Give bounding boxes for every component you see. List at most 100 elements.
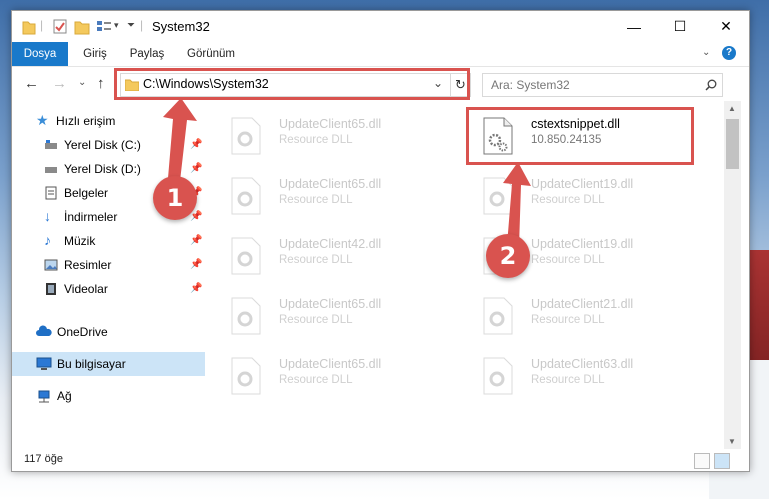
- properties-icon[interactable]: [52, 18, 68, 35]
- sidebar-item-label: Ağ: [57, 389, 72, 403]
- scroll-up-icon[interactable]: ▲: [728, 104, 736, 113]
- drive-icon: [45, 167, 57, 173]
- pin-icon: 📌: [190, 163, 203, 174]
- tab-view[interactable]: Görünüm: [182, 42, 240, 66]
- file-item[interactable]: UpdateClient65.dll Resource DLL: [219, 349, 449, 407]
- video-icon: [46, 283, 56, 295]
- file-name: UpdateClient19.dll: [531, 237, 634, 251]
- documents-icon: [45, 186, 57, 200]
- pin-icon: 📌: [190, 235, 203, 246]
- file-highlight-box: [466, 107, 694, 165]
- search-input[interactable]: Ara: System32: [482, 73, 723, 97]
- up-button[interactable]: ↑: [97, 75, 105, 92]
- tab-home[interactable]: Giriş: [76, 42, 114, 66]
- dll-file-icon: [483, 357, 513, 395]
- network-icon: [38, 390, 50, 403]
- file-name: UpdateClient65.dll: [279, 357, 382, 371]
- star-icon: ★: [36, 112, 49, 128]
- item-count: 117 öğe: [24, 453, 63, 465]
- file-name: UpdateClient65.dll: [279, 297, 382, 311]
- sidebar-item-label: Yerel Disk (C:): [64, 138, 141, 152]
- dll-file-icon: [231, 297, 261, 335]
- search-placeholder: Ara: System32: [491, 78, 570, 92]
- tab-file[interactable]: Dosya: [12, 42, 68, 66]
- sidebar-item-label: İndirmeler: [64, 210, 118, 224]
- pin-icon: 📌: [190, 259, 203, 270]
- file-name: UpdateClient19.dll: [531, 177, 634, 191]
- file-item[interactable]: UpdateClient63.dll Resource DLL: [471, 349, 701, 407]
- sidebar-item-label: Bu bilgisayar: [57, 357, 126, 371]
- navigation-pane: ★ Hızlı erişim Yerel Disk (C:) 📌 Yerel D…: [12, 101, 205, 449]
- scroll-down-icon[interactable]: ▼: [728, 437, 736, 446]
- vertical-scrollbar[interactable]: ▲ ▼: [724, 101, 741, 449]
- file-name: UpdateClient65.dll: [279, 177, 382, 191]
- large-icons-view-icon[interactable]: [714, 453, 730, 469]
- search-icon[interactable]: [705, 79, 717, 91]
- customize-toolbar-icon[interactable]: ⏷: [127, 20, 135, 37]
- file-name: UpdateClient65.dll: [279, 117, 382, 131]
- file-type: Resource DLL: [279, 194, 353, 206]
- sidebar-item-network[interactable]: Ağ: [12, 384, 205, 408]
- drive-icon: [45, 140, 57, 149]
- recent-locations-button[interactable]: ⌄: [78, 77, 86, 88]
- sidebar-item-pictures[interactable]: Resimler 📌: [12, 253, 205, 277]
- sidebar-item-quick-access[interactable]: ★ Hızlı erişim: [12, 109, 205, 133]
- file-type: Resource DLL: [531, 254, 605, 266]
- toolbar-separator: |: [140, 18, 144, 32]
- pin-icon: 📌: [190, 139, 203, 150]
- sidebar-item-music[interactable]: ♪ Müzik 📌: [12, 229, 205, 253]
- file-item[interactable]: UpdateClient42.dll Resource DLL: [219, 229, 449, 287]
- details-view-icon[interactable]: [694, 453, 710, 469]
- window-title: System32: [152, 19, 210, 34]
- computer-icon: [36, 357, 52, 370]
- step-1-badge: 1: [153, 176, 197, 220]
- expand-ribbon-icon[interactable]: ⌄: [702, 47, 710, 58]
- tab-share[interactable]: Paylaş: [124, 42, 170, 66]
- quick-access-dropdown-icon[interactable]: ▾: [114, 20, 119, 37]
- file-item[interactable]: UpdateClient21.dll Resource DLL: [471, 289, 701, 347]
- ribbon-tabs: Dosya Giriş Paylaş Görünüm ⌄ ?: [12, 42, 749, 67]
- pictures-icon: [44, 259, 58, 271]
- file-item[interactable]: UpdateClient19.dll Resource DLL: [471, 169, 701, 227]
- file-name: UpdateClient21.dll: [531, 297, 634, 311]
- dll-file-icon: [483, 177, 513, 215]
- dll-file-icon: [231, 237, 261, 275]
- file-type: Resource DLL: [279, 254, 353, 266]
- view-options-icon[interactable]: [96, 18, 112, 35]
- sidebar-item-label: Yerel Disk (D:): [64, 162, 141, 176]
- sidebar-item-local-disk-c[interactable]: Yerel Disk (C:) 📌: [12, 133, 205, 157]
- music-icon: ♪: [44, 232, 51, 248]
- status-bar: 117 öğe: [12, 449, 749, 471]
- step-2-badge: 2: [486, 234, 530, 278]
- address-highlight-box: [114, 68, 470, 100]
- sidebar-item-label: Müzik: [64, 234, 96, 248]
- scrollbar-thumb[interactable]: [726, 119, 739, 169]
- file-item[interactable]: UpdateClient65.dll Resource DLL: [219, 109, 449, 167]
- dll-file-icon: [231, 357, 261, 395]
- file-type: Resource DLL: [531, 194, 605, 206]
- file-type: Resource DLL: [531, 374, 605, 386]
- dll-file-icon: [483, 297, 513, 335]
- back-button[interactable]: ←: [24, 75, 39, 92]
- file-type: Resource DLL: [279, 374, 353, 386]
- close-button[interactable]: ✕: [703, 11, 749, 42]
- file-name: UpdateClient63.dll: [531, 357, 634, 371]
- maximize-button[interactable]: ☐: [657, 11, 703, 42]
- file-item[interactable]: UpdateClient65.dll Resource DLL: [219, 289, 449, 347]
- forward-button[interactable]: →: [52, 75, 67, 92]
- sidebar-item-label: Resimler: [64, 258, 112, 272]
- file-type: Resource DLL: [279, 134, 353, 146]
- file-item[interactable]: UpdateClient65.dll Resource DLL: [219, 169, 449, 227]
- help-icon[interactable]: ?: [722, 46, 736, 60]
- minimize-button[interactable]: —: [611, 11, 657, 42]
- file-type: Resource DLL: [279, 314, 353, 326]
- sidebar-item-videos[interactable]: Videolar 📌: [12, 277, 205, 301]
- sidebar-item-onedrive[interactable]: OneDrive: [12, 320, 205, 344]
- new-folder-icon[interactable]: [74, 18, 90, 35]
- sidebar-item-this-pc[interactable]: Bu bilgisayar: [12, 352, 205, 376]
- sidebar-item-label: OneDrive: [57, 325, 108, 339]
- dll-file-icon: [231, 117, 261, 155]
- dll-file-icon: [231, 177, 261, 215]
- download-icon: ↓: [44, 208, 51, 224]
- pin-icon: 📌: [190, 283, 203, 294]
